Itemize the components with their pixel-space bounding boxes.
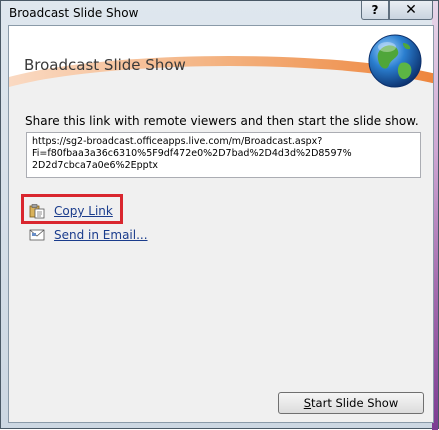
instruction-text: Share this link with remote viewers and … bbox=[25, 114, 419, 128]
copy-link-action[interactable]: Copy Link bbox=[29, 203, 113, 219]
clipboard-icon bbox=[29, 204, 45, 219]
help-button[interactable]: ? bbox=[361, 1, 389, 20]
send-in-email-action[interactable]: Send in Email... bbox=[29, 227, 148, 243]
broadcast-link-field[interactable]: https://sg2-broadcast.officeapps.live.co… bbox=[26, 132, 421, 178]
banner-title: Broadcast Slide Show bbox=[24, 56, 186, 74]
copy-link-label: Copy Link bbox=[54, 204, 113, 218]
close-button[interactable]: ✕ bbox=[389, 1, 433, 20]
window-title: Broadcast Slide Show bbox=[9, 6, 139, 20]
envelope-icon bbox=[29, 229, 45, 241]
start-button-label: tart Slide Show bbox=[311, 396, 399, 410]
dialog-window: Broadcast Slide Show ? ✕ Broadcast Slide… bbox=[0, 0, 439, 430]
start-button-accelerator: S bbox=[303, 396, 312, 410]
globe-icon bbox=[368, 34, 422, 88]
header-banner: Broadcast Slide Show bbox=[9, 26, 433, 98]
title-bar[interactable]: Broadcast Slide Show ? ✕ bbox=[1, 1, 434, 25]
send-in-email-label: Send in Email... bbox=[54, 228, 148, 242]
dialog-body: Broadcast Slide Show Share this link wit… bbox=[8, 25, 434, 423]
start-slide-show-button[interactable]: Start Slide Show bbox=[278, 392, 424, 414]
